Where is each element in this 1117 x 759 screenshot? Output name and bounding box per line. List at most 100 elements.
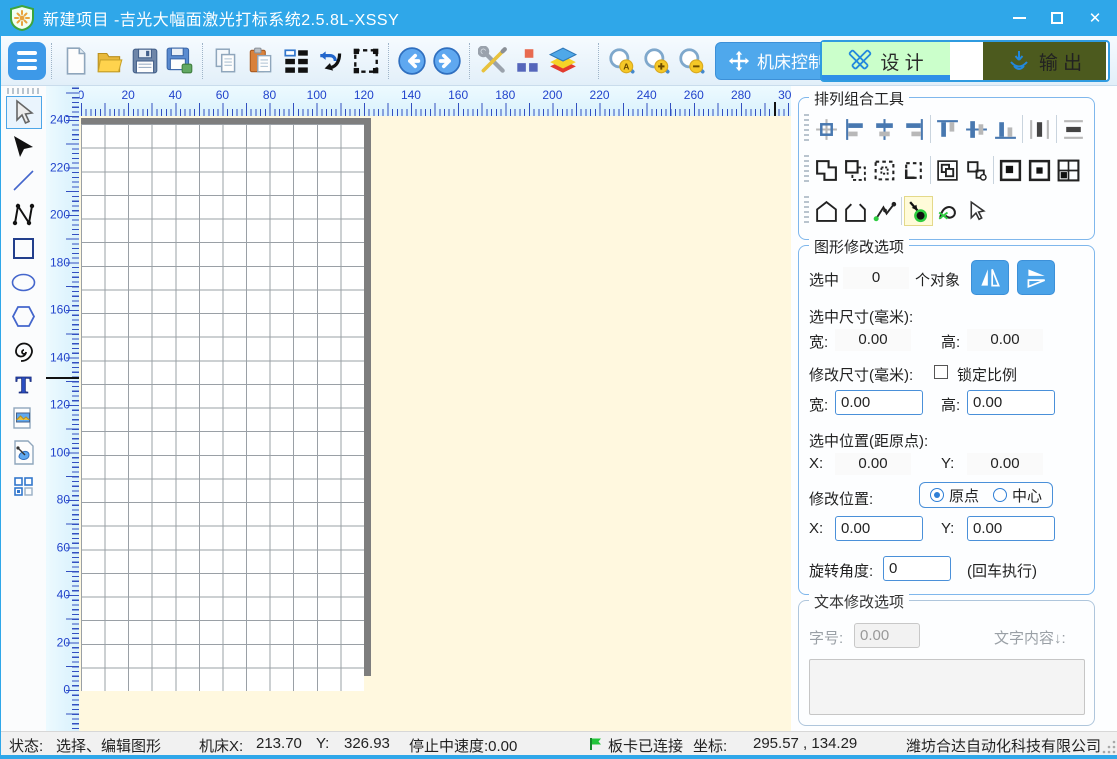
frame-center-button[interactable] — [1025, 155, 1054, 185]
zoom-out-button[interactable] — [674, 41, 709, 81]
node-edit-button[interactable] — [904, 196, 933, 226]
vruler-label: 160 — [50, 302, 70, 316]
modify-height-input[interactable] — [967, 390, 1055, 415]
new-file-button[interactable] — [57, 41, 92, 81]
align-blocks-button[interactable] — [510, 41, 545, 81]
toolbar-separator — [1022, 115, 1023, 143]
curve-cut-button[interactable] — [933, 196, 962, 226]
tool-node-select[interactable] — [6, 130, 42, 163]
close-path-button[interactable] — [812, 196, 841, 226]
lock-ratio-checkbox[interactable] — [934, 365, 948, 379]
grid-cell-button[interactable] — [1054, 155, 1083, 185]
radio-center[interactable]: 中心 — [993, 485, 1042, 506]
polyline-icon — [10, 201, 37, 228]
tool-polygon[interactable] — [6, 300, 42, 333]
align-middle-v-button[interactable] — [962, 114, 991, 144]
radio-origin[interactable]: 原点 — [930, 485, 979, 506]
tool-polyline[interactable] — [6, 198, 42, 231]
toolbar-drag-handle[interactable] — [804, 155, 809, 185]
flip-vertical-icon — [1023, 265, 1049, 291]
ungroup-button[interactable] — [962, 155, 991, 185]
zoom-fit-button[interactable]: A — [604, 41, 639, 81]
save-button[interactable] — [127, 41, 162, 81]
tool-ellipse[interactable] — [6, 266, 42, 299]
align-center-both-button[interactable] — [812, 114, 841, 144]
minimize-button[interactable] — [1004, 3, 1034, 33]
distribute-v-button[interactable] — [1059, 114, 1088, 144]
design-canvas[interactable] — [79, 116, 791, 731]
open-file-button[interactable] — [92, 41, 127, 81]
tool-vector-file[interactable] — [6, 436, 42, 469]
tool-array[interactable] — [6, 470, 42, 503]
hruler-label: 300 — [778, 88, 791, 102]
coord-value: 295.57 , 134.29 — [753, 735, 857, 752]
array-copy-button[interactable] — [278, 41, 313, 81]
node-line-button[interactable] — [870, 196, 899, 226]
company-name: 潍坊合达自动化科技有限公司 — [906, 735, 1101, 756]
trim-button[interactable] — [841, 155, 870, 185]
modify-y-input[interactable] — [967, 516, 1055, 541]
toolbar-drag-handle[interactable] — [804, 196, 809, 226]
selected-x-value: 0.00 — [835, 453, 911, 475]
modify-size-label: 修改尺寸(毫米): — [809, 364, 913, 385]
speed-text: 停止中速度:0.00 — [409, 735, 517, 756]
align-top-button[interactable] — [933, 114, 962, 144]
window-bottom-border — [1, 755, 1117, 759]
modify-width-input[interactable] — [835, 390, 923, 415]
rotate-swap-button[interactable] — [313, 41, 348, 81]
toolbar-drag-handle[interactable] — [804, 114, 809, 144]
align-bottom-button[interactable] — [991, 114, 1020, 144]
tool-text[interactable]: T — [6, 368, 42, 401]
hruler-label: 240 — [637, 88, 657, 102]
palette-drag-handle[interactable] — [7, 88, 40, 94]
work-area-grid[interactable] — [81, 124, 364, 691]
group-button[interactable] — [933, 155, 962, 185]
pick-node-button[interactable] — [962, 196, 991, 226]
y-label: Y: — [941, 455, 954, 472]
resize-grip[interactable] — [1102, 740, 1116, 754]
maximize-button[interactable] — [1042, 3, 1072, 33]
tool-spiral[interactable] — [6, 334, 42, 367]
vruler-label: 120 — [50, 397, 70, 411]
select-cursor-icon — [10, 99, 37, 126]
open-path-button[interactable] — [841, 196, 870, 226]
layers-button[interactable] — [545, 41, 580, 81]
combine-button[interactable] — [899, 155, 928, 185]
redo-button[interactable] — [429, 41, 464, 81]
tab-output[interactable]: 输 出 — [983, 42, 1106, 80]
vector-file-icon — [10, 439, 37, 466]
vruler-label: 40 — [57, 587, 70, 601]
tool-rectangle[interactable] — [6, 232, 42, 265]
zoom-in-button[interactable] — [639, 41, 674, 81]
frame-fill-button[interactable] — [996, 155, 1025, 185]
paste-button[interactable] — [243, 41, 278, 81]
menu-button[interactable] — [8, 42, 46, 80]
shape-options-panel: 图形修改选项 选中 0 个对象 选中尺寸(毫米): 宽: 0.00 高: 0.0… — [798, 245, 1095, 595]
toolbar-separator — [202, 43, 203, 79]
copy-button[interactable] — [208, 41, 243, 81]
align-left-button[interactable] — [841, 114, 870, 144]
close-button[interactable]: ✕ — [1080, 3, 1110, 33]
x-label: X: — [809, 455, 823, 472]
tab-design[interactable]: 设 计 — [822, 42, 950, 80]
marquee-select-button[interactable] — [348, 41, 383, 81]
x-label: X: — [809, 520, 823, 537]
align-center-h-button[interactable] — [870, 114, 899, 144]
settings-tools-button[interactable] — [475, 41, 510, 81]
save-as-button[interactable] — [162, 41, 197, 81]
rotate-angle-input[interactable] — [883, 556, 951, 581]
align-right-button[interactable] — [899, 114, 928, 144]
intersect-button[interactable] — [870, 155, 899, 185]
weld-button[interactable] — [812, 155, 841, 185]
status-bar: 状态: 选择、编辑图形 机床X: 213.70 Y: 326.93 停止中速度:… — [1, 731, 1117, 755]
hruler-label: 40 — [169, 88, 182, 102]
distribute-h-button[interactable] — [1025, 114, 1054, 144]
undo-button[interactable] — [394, 41, 429, 81]
tool-image[interactable] — [6, 402, 42, 435]
modify-x-input[interactable] — [835, 516, 923, 541]
tool-select[interactable] — [6, 96, 42, 129]
tool-line[interactable] — [6, 164, 42, 197]
y-label: Y: — [941, 520, 954, 537]
flip-vertical-button[interactable] — [1017, 260, 1055, 295]
flip-horizontal-button[interactable] — [971, 260, 1009, 295]
